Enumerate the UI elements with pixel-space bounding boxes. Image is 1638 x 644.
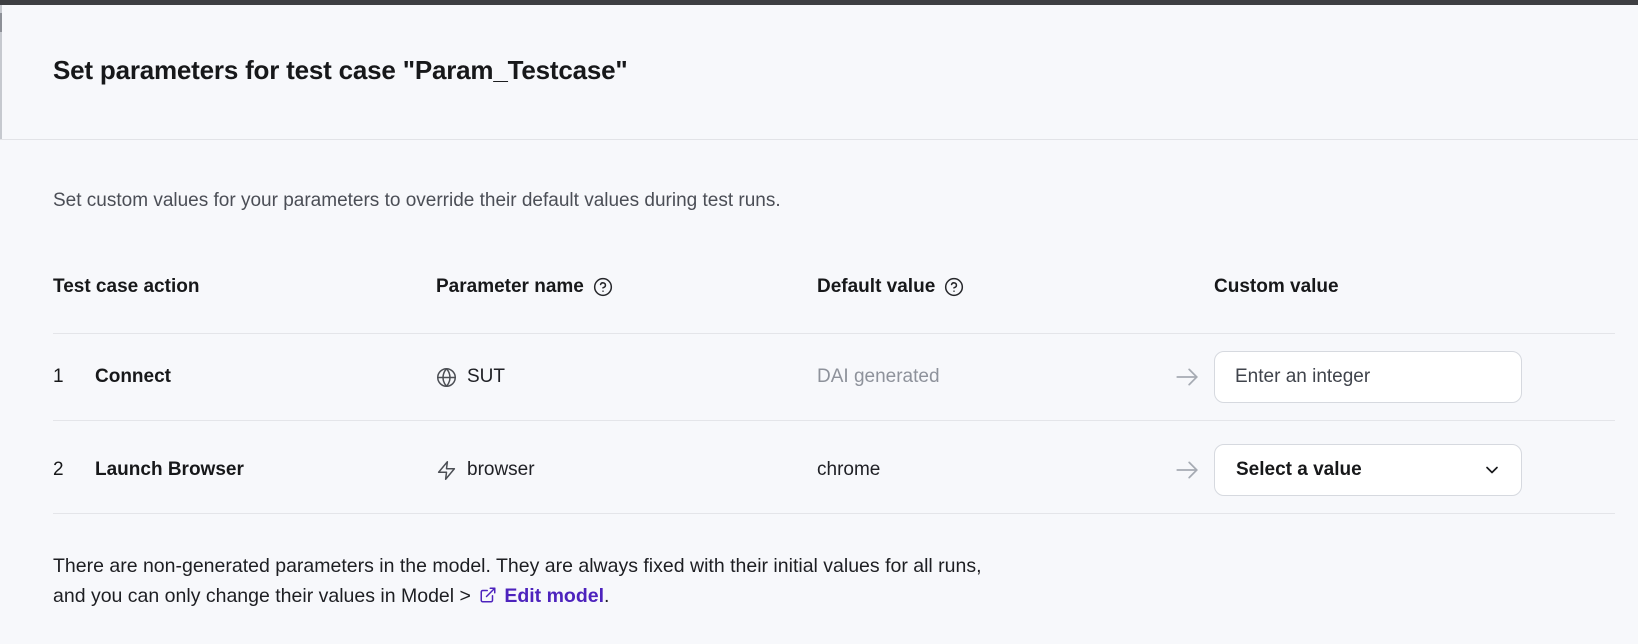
modal-title: Set parameters for test case "Param_Test…: [53, 55, 628, 85]
footer-line-1: There are non-generated parameters in th…: [53, 555, 982, 577]
arrow-right-icon: [1174, 457, 1200, 483]
action-name: Connect: [95, 366, 171, 387]
column-header-default-value: Default value: [817, 276, 964, 298]
row-divider: [53, 513, 1615, 514]
column-header-label: Parameter name: [436, 276, 584, 297]
parameter-name-cell: browser: [436, 459, 535, 481]
external-link-icon: [479, 586, 497, 604]
window-top-bar: [0, 0, 1638, 5]
parameter-name-cell: SUT: [436, 366, 505, 388]
footer-line-2-text: and you can only change their values in …: [53, 585, 477, 607]
column-header-custom-value: Custom value: [1214, 276, 1339, 298]
custom-value-select[interactable]: Select a value: [1214, 444, 1522, 496]
default-value: DAI generated: [817, 366, 940, 387]
default-value: chrome: [817, 459, 881, 480]
help-circle-icon[interactable]: [593, 277, 613, 297]
parameter-name: browser: [467, 459, 535, 480]
arrow-right-icon: [1174, 364, 1200, 390]
footer-period: .: [604, 585, 610, 607]
row-index: 2: [53, 459, 64, 480]
column-header-label: Custom value: [1214, 276, 1339, 297]
footer-line-2: and you can only change their values in …: [53, 581, 982, 611]
parameter-name: SUT: [467, 366, 505, 387]
help-circle-icon[interactable]: [944, 277, 964, 297]
globe-icon: [436, 367, 457, 388]
footer-note: There are non-generated parameters in th…: [53, 551, 982, 611]
select-placeholder: Select a value: [1236, 459, 1362, 480]
column-header-test-case-action: Test case action: [53, 276, 199, 298]
intro-text: Set custom values for your parameters to…: [53, 190, 781, 211]
row-divider: [53, 420, 1615, 421]
column-header-parameter-name: Parameter name: [436, 276, 613, 298]
action-name: Launch Browser: [95, 459, 244, 480]
chevron-down-icon: [1482, 460, 1502, 480]
set-parameters-modal: Set parameters for test case "Param_Test…: [0, 0, 1638, 644]
custom-value-input[interactable]: [1214, 351, 1522, 403]
edit-model-link[interactable]: Edit model: [504, 585, 604, 607]
left-edge-scroll-thumb[interactable]: [0, 13, 2, 32]
row-index: 1: [53, 366, 64, 387]
zap-icon: [436, 460, 457, 481]
column-header-label: Test case action: [53, 276, 200, 297]
column-header-label: Default value: [817, 276, 936, 297]
row-divider: [53, 333, 1615, 334]
header-divider: [0, 139, 1638, 140]
